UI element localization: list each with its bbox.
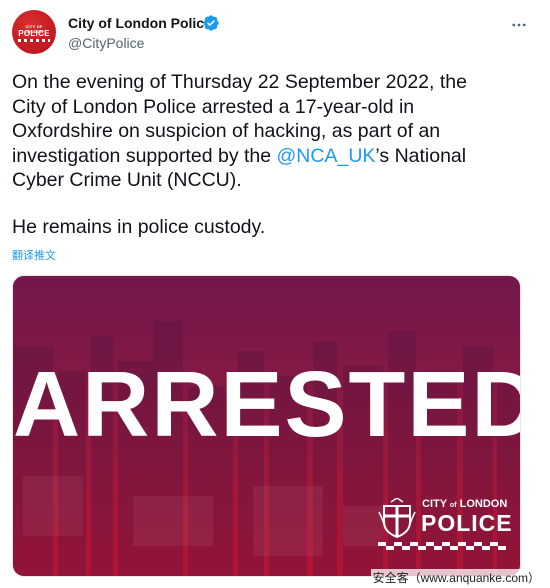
city-of-london-police-logo: CITY of LONDON POLICE [378, 494, 513, 558]
logo-text-top: CITY of LONDON [422, 498, 507, 510]
logo-checker-band [378, 542, 506, 550]
tweet-line: He remains in police custody. [12, 215, 266, 238]
tweet-media-image[interactable]: ARRESTED CITY of LONDON POLICE [12, 275, 521, 577]
tweet-header: CITY OF LONDON POLICE City of London Pol… [12, 10, 538, 56]
tweet-text: On the evening of Thursday 22 September … [12, 70, 532, 239]
avatar-checker-band [18, 39, 50, 42]
crest-icon [378, 498, 416, 538]
tweet-line-text: ’s National [375, 144, 467, 167]
arrested-headline: ARRESTED [13, 352, 521, 456]
logo-of: of [449, 502, 457, 509]
tweet-line: investigation supported by the @NCA_UK’s… [12, 144, 532, 169]
tweet-line-text: investigation supported by the [12, 144, 277, 167]
avatar-text-main: POLICE [18, 29, 50, 38]
watermark: 安全客（www.anquanke.com） [370, 569, 542, 586]
more-options-icon [512, 23, 526, 27]
logo-city: CITY [422, 498, 447, 510]
avatar[interactable]: CITY OF LONDON POLICE [12, 10, 56, 54]
logo-london: LONDON [459, 498, 508, 510]
verified-badge-icon [203, 15, 219, 31]
logo-police: POLICE [421, 510, 513, 536]
tweet-line: Cyber Crime Unit (NCCU). [12, 169, 242, 191]
tweet-line: Oxfordshire on suspicion of hacking, as … [12, 120, 441, 142]
tweet-line: On the evening of Thursday 22 September … [12, 71, 467, 93]
mention-link[interactable]: @NCA_UK [277, 145, 376, 167]
more-options-button[interactable] [506, 12, 532, 38]
translate-tweet-link[interactable]: 翻译推文 [12, 247, 56, 263]
account-handle[interactable]: @CityPolice [68, 35, 144, 51]
tweet-line: City of London Police arrested a 17-year… [12, 95, 415, 118]
account-name[interactable]: City of London Police [68, 15, 212, 31]
